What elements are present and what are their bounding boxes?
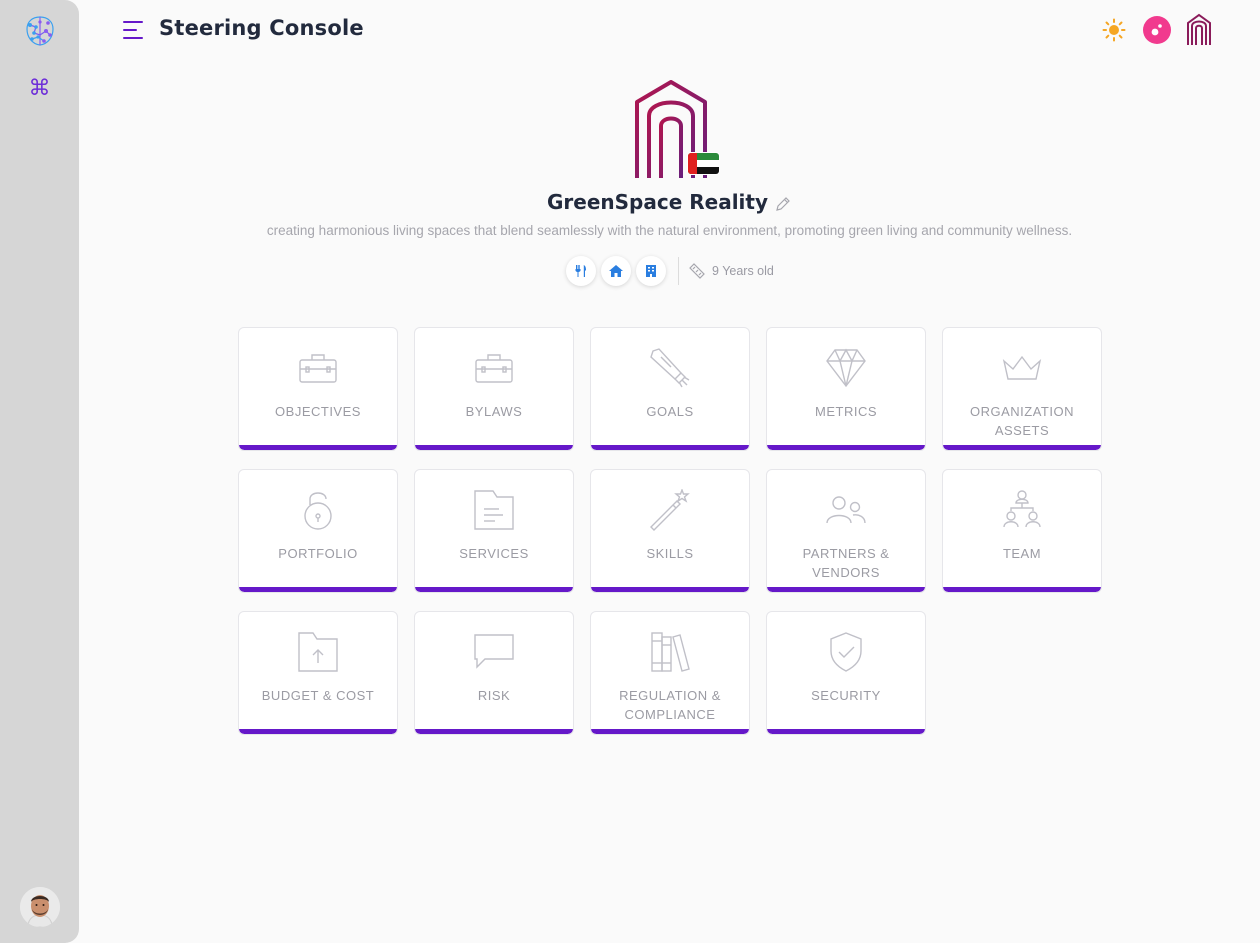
org-name-row: GreenSpace Reality [0, 190, 1260, 214]
restaurant-icon[interactable] [566, 256, 596, 286]
org-name: GreenSpace Reality [546, 190, 768, 214]
accent-bar [591, 445, 749, 450]
module-label: PORTFOLIO [278, 546, 358, 561]
module-card-partners-vendors[interactable]: PARTNERS & VENDORS [766, 469, 926, 593]
module-card-skills[interactable]: SKILLS [590, 469, 750, 593]
ruler-pencil-icon [689, 263, 705, 279]
pink-drop-icon[interactable] [1143, 16, 1171, 44]
module-card-risk[interactable]: RISK [414, 611, 574, 735]
module-card-security[interactable]: SECURITY [766, 611, 926, 735]
org-description: creating harmonious living spaces that b… [266, 223, 1073, 238]
module-card-portfolio[interactable]: PORTFOLIO [238, 469, 398, 593]
module-label: PARTNERS & VENDORS [802, 546, 890, 580]
building-icon[interactable] [636, 256, 666, 286]
accent-bar [415, 729, 573, 734]
diamond-icon [767, 347, 925, 389]
folder-upload-icon [239, 631, 397, 673]
team-hierarchy-icon [943, 489, 1101, 531]
module-grid: OBJECTIVES BYLAWS GOALS METRICS ORGANIZA… [238, 327, 1102, 735]
module-label: TEAM [1002, 546, 1042, 561]
uae-flag [688, 153, 719, 174]
sun-icon[interactable] [1102, 18, 1126, 42]
user-avatar[interactable] [20, 887, 60, 927]
pencil-edit-icon[interactable] [774, 195, 792, 213]
brain-logo-icon[interactable] [22, 13, 58, 49]
accent-bar [415, 587, 573, 592]
module-label: OBJECTIVES [275, 404, 361, 419]
module-card-services[interactable]: SERVICES [414, 469, 574, 593]
sidebar: ⌘ [0, 0, 79, 943]
menu-toggle-icon[interactable] [122, 19, 146, 41]
module-card-goals[interactable]: GOALS [590, 327, 750, 451]
module-label: SKILLS [646, 546, 694, 561]
briefcase-icon [239, 347, 397, 389]
module-card-organization-assets[interactable]: ORGANIZATION ASSETS [942, 327, 1102, 451]
magic-wand-icon [591, 489, 749, 531]
module-card-metrics[interactable]: METRICS [766, 327, 926, 451]
module-label: ORGANIZATION ASSETS [970, 404, 1074, 438]
unlock-icon [239, 489, 397, 531]
module-label: SERVICES [459, 546, 529, 561]
accent-bar [239, 729, 397, 734]
module-card-objectives[interactable]: OBJECTIVES [238, 327, 398, 451]
command-icon[interactable]: ⌘ [0, 76, 79, 101]
accent-bar [767, 587, 925, 592]
accent-bar [239, 587, 397, 592]
module-label: RISK [477, 688, 511, 703]
module-label: BUDGET & COST [261, 688, 375, 703]
org-age: 9 Years old [688, 262, 774, 280]
books-icon [591, 631, 749, 673]
module-card-bylaws[interactable]: BYLAWS [414, 327, 574, 451]
module-label: BYLAWS [465, 404, 523, 419]
shield-check-icon [767, 631, 925, 673]
module-label: METRICS [815, 404, 877, 419]
crown-icon [943, 347, 1101, 389]
accent-bar [591, 729, 749, 734]
briefcase-icon [415, 347, 573, 389]
module-card-team[interactable]: TEAM [942, 469, 1102, 593]
module-label: GOALS [646, 404, 694, 419]
chips-divider [678, 257, 679, 285]
chat-bubble-icon [415, 631, 573, 673]
industry-chips: 9 Years old [566, 256, 774, 286]
rocket-icon [591, 347, 749, 389]
accent-bar [415, 445, 573, 450]
accent-bar [943, 445, 1101, 450]
accent-bar [943, 587, 1101, 592]
accent-bar [239, 445, 397, 450]
module-label: SECURITY [811, 688, 881, 703]
accent-bar [767, 445, 925, 450]
module-card-budget-cost[interactable]: BUDGET & COST [238, 611, 398, 735]
folder-doc-icon [415, 489, 573, 531]
module-label: REGULATION & COMPLIANCE [619, 688, 721, 722]
home-icon[interactable] [601, 256, 631, 286]
module-card-regulation-compliance[interactable]: REGULATION & COMPLIANCE [590, 611, 750, 735]
age-text: 9 Years old [712, 264, 774, 278]
accent-bar [767, 729, 925, 734]
users-icon [767, 489, 925, 531]
accent-bar [591, 587, 749, 592]
org-brand-icon[interactable] [1186, 13, 1212, 47]
page-title: Steering Console [159, 16, 364, 40]
